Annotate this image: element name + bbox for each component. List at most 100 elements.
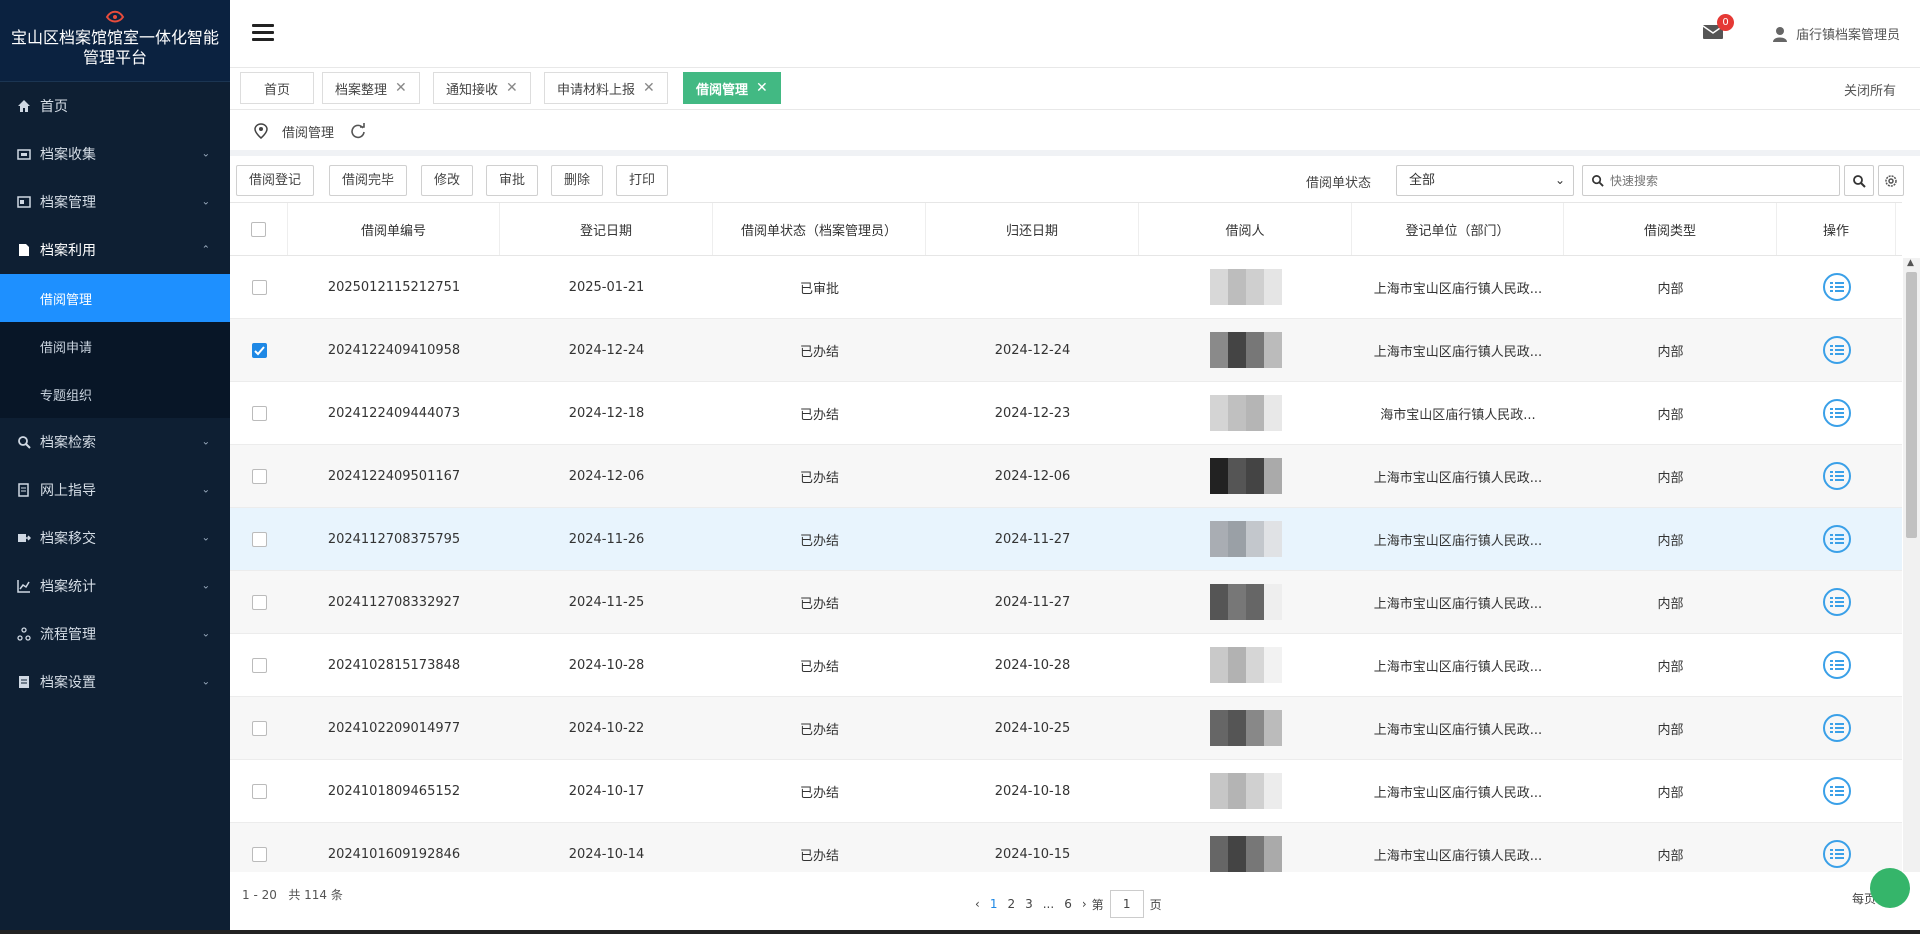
sidebar-subitem-borrow-apply[interactable]: 借阅申请 (0, 322, 230, 370)
page-link[interactable]: 3 (1025, 897, 1033, 911)
table-row[interactable]: 2024122409444073 2024-12-18 已办结 2024-12-23 海… (230, 382, 1902, 445)
check-icon (253, 345, 265, 355)
close-icon[interactable]: ✕ (756, 80, 768, 96)
sidebar-item-guide[interactable]: 网上指导 ⌄ (0, 466, 230, 514)
chevron-down-icon: ⌄ (201, 580, 210, 592)
cell-register-date: 2024-10-17 (568, 783, 645, 799)
detail-list-icon[interactable] (1822, 714, 1851, 742)
borrow-complete-button[interactable]: 借阅完毕 (329, 165, 408, 196)
cell-return-date: 2024-10-28 (994, 657, 1071, 673)
detail-list-icon[interactable] (1822, 777, 1851, 805)
status-filter-select[interactable]: 全部 ⌄ (1396, 165, 1574, 196)
row-checkbox[interactable] (251, 783, 267, 799)
tab-home[interactable]: 首页 (240, 72, 314, 104)
tab-material-report[interactable]: 申请材料上报 ✕ (544, 72, 668, 104)
tab-borrow-manage[interactable]: 借阅管理 ✕ (683, 72, 781, 104)
chevron-down-icon: ⌄ (201, 532, 210, 544)
cell-register-date: 2024-12-18 (568, 405, 645, 421)
menu-toggle-icon[interactable] (252, 24, 274, 42)
sidebar-item-collect[interactable]: 档案收集 ⌄ (0, 130, 230, 178)
column-header[interactable]: 归还日期 (926, 203, 1139, 255)
scroll-up-icon[interactable]: ▲ (1907, 258, 1914, 268)
table-row[interactable]: 2024102209014977 2024-10-22 已办结 2024-10-25 上… (230, 697, 1902, 760)
close-icon[interactable]: ✕ (395, 80, 407, 96)
table-row[interactable]: 2024112708375795 2024-11-26 已办结 2024-11-27 上… (230, 508, 1902, 571)
close-icon[interactable]: ✕ (506, 80, 518, 96)
sidebar-item-home[interactable]: 首页 (0, 82, 230, 130)
table-row[interactable]: 2024102815173848 2024-10-28 已办结 2024-10-28 上… (230, 634, 1902, 697)
sidebar-item-settings[interactable]: 档案设置 ⌄ (0, 658, 230, 706)
detail-list-icon[interactable] (1822, 588, 1851, 616)
next-page-icon[interactable]: › (1082, 897, 1087, 911)
borrow-register-button[interactable]: 借阅登记 (236, 165, 315, 196)
sidebar-subitem-borrow-manage[interactable]: 借阅管理 (0, 274, 230, 322)
row-checkbox[interactable] (251, 594, 267, 610)
row-checkbox[interactable] (251, 468, 267, 484)
sidebar-item-use[interactable]: 档案利用 ⌃ (0, 226, 230, 274)
goto-page-input[interactable]: 1 (1109, 890, 1144, 918)
scrollbar-thumb[interactable] (1906, 272, 1917, 538)
row-checkbox[interactable] (251, 846, 267, 862)
user-menu[interactable]: 庙行镇档案管理员 (1772, 24, 1900, 43)
sidebar-item-search[interactable]: 档案检索 ⌄ (0, 418, 230, 466)
table-row[interactable]: 2024101609192846 2024-10-14 已办结 2024-10-15 上… (230, 823, 1902, 872)
redacted-name (1209, 521, 1282, 557)
delete-button[interactable]: 删除 (551, 165, 604, 196)
column-header[interactable]: 借阅单编号 (288, 203, 500, 255)
row-checkbox[interactable] (251, 342, 267, 358)
approve-button[interactable]: 审批 (486, 165, 539, 196)
transfer-icon (16, 530, 32, 546)
search-button[interactable] (1844, 165, 1874, 196)
row-checkbox[interactable] (251, 720, 267, 736)
sidebar-item-manage[interactable]: 档案管理 ⌄ (0, 178, 230, 226)
detail-list-icon[interactable] (1822, 840, 1851, 868)
close-icon[interactable]: ✕ (643, 80, 655, 96)
search-input[interactable] (1610, 173, 1830, 188)
chevron-down-icon: ⌄ (201, 436, 210, 448)
detail-list-icon[interactable] (1822, 399, 1851, 427)
refresh-icon[interactable] (350, 123, 366, 139)
detail-list-icon[interactable] (1822, 336, 1851, 364)
row-checkbox[interactable] (251, 657, 267, 673)
table-row[interactable]: 2024112708332927 2024-11-25 已办结 2024-11-27 上… (230, 571, 1902, 634)
column-header[interactable]: 登记日期 (500, 203, 713, 255)
row-checkbox[interactable] (251, 405, 267, 421)
page-link[interactable]: 1 (990, 897, 998, 911)
row-checkbox[interactable] (251, 531, 267, 547)
sidebar-item-stats[interactable]: 档案统计 ⌄ (0, 562, 230, 610)
cell-return-date: 2024-10-15 (994, 846, 1071, 862)
cell-actions (1777, 319, 1896, 381)
table-row[interactable]: 2024122409501167 2024-12-06 已办结 2024-12-06 上… (230, 445, 1902, 508)
detail-list-icon[interactable] (1822, 525, 1851, 553)
column-settings-button[interactable] (1878, 165, 1904, 196)
cell-borrower (1139, 256, 1352, 318)
network-widget-icon[interactable] (1870, 868, 1910, 908)
edit-button[interactable]: 修改 (421, 165, 474, 196)
print-button[interactable]: 打印 (616, 165, 669, 196)
page-link[interactable]: 2 (1007, 897, 1015, 911)
chevron-down-icon: ⌄ (201, 484, 210, 496)
gear-icon (1885, 174, 1897, 187)
select-all-checkbox[interactable] (251, 221, 266, 237)
row-checkbox[interactable] (251, 279, 267, 295)
tab-notice-receive[interactable]: 通知接收 ✕ (433, 72, 531, 104)
sidebar-item-transfer[interactable]: 档案移交 ⌄ (0, 514, 230, 562)
table-row[interactable]: 2024122409410958 2024-12-24 已办结 2024-12-24 上… (230, 319, 1902, 382)
column-header[interactable]: 登记单位（部门） (1352, 203, 1564, 255)
tab-archive-organize[interactable]: 档案整理 ✕ (322, 72, 420, 104)
detail-list-icon[interactable] (1822, 273, 1851, 301)
vertical-scrollbar[interactable]: ▲ (1903, 258, 1920, 872)
sidebar-subitem-topic[interactable]: 专题组织 (0, 370, 230, 418)
detail-list-icon[interactable] (1822, 651, 1851, 679)
page-link[interactable]: 6 (1064, 897, 1072, 911)
table-row[interactable]: 2025012115212751 2025-01-21 已审批 上海市宝山区庙行镇人民… (230, 256, 1902, 319)
close-all-tabs-button[interactable]: 关闭所有 (1844, 80, 1896, 99)
prev-page-icon[interactable]: ‹ (975, 897, 980, 911)
column-header[interactable]: 借阅类型 (1564, 203, 1777, 255)
table-row[interactable]: 2024101809465152 2024-10-17 已办结 2024-10-18 上… (230, 760, 1902, 823)
quick-search[interactable] (1582, 165, 1840, 196)
detail-list-icon[interactable] (1822, 462, 1851, 490)
column-header[interactable]: 借阅人 (1139, 203, 1352, 255)
sidebar-item-flow[interactable]: 流程管理 ⌄ (0, 610, 230, 658)
column-header[interactable]: 借阅单状态（档案管理员） (713, 203, 926, 255)
